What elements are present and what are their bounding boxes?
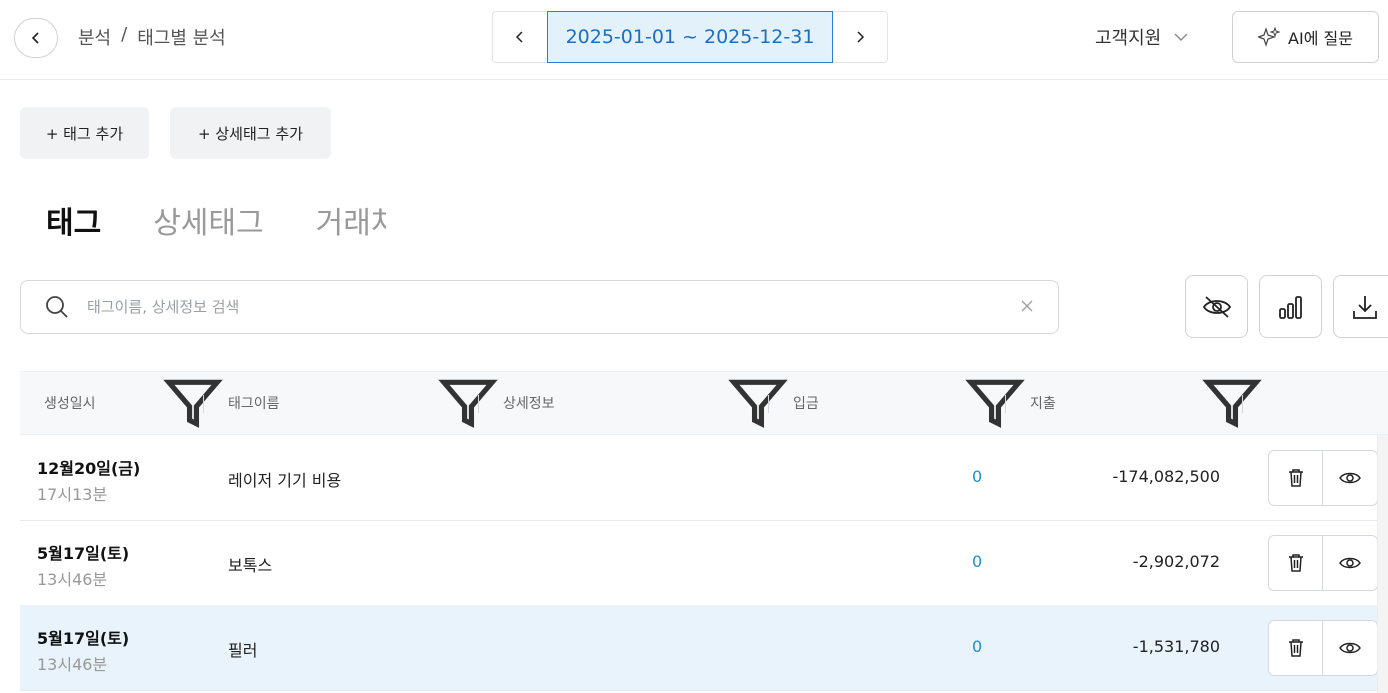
view-toggle-button[interactable] (1323, 620, 1378, 676)
tab-bar: 태그 상세태그 거래처 (46, 198, 386, 248)
created-time: 13시46분 (37, 570, 108, 589)
expense-cell: -174,082,500 (1112, 467, 1220, 486)
toggle-hidden-button[interactable] (1185, 275, 1248, 338)
date-navigator: 2025-01-01 ~ 2025-12-31 (492, 11, 888, 63)
column-label: 태그이름 (228, 396, 280, 412)
top-header: 분석 / 태그별 분석 2025-01-01 ~ 2025-12-31 고객지원… (0, 0, 1388, 80)
breadcrumb: 분석 / 태그별 분석 (78, 24, 226, 50)
column-tag-name: 태그이름 (228, 372, 280, 434)
tab-detail-tag[interactable]: 상세태그 (153, 198, 263, 248)
deposit-cell: 0 (972, 637, 983, 656)
column-label: 입금 (793, 396, 819, 412)
table-row[interactable]: 5월17일(토) 13시46분 보톡스 0 -2,902,072 (20, 520, 1378, 606)
breadcrumb-tag-analysis: 태그별 분석 (137, 28, 226, 49)
add-tag-button[interactable]: + 태그 추가 (20, 107, 149, 159)
sparkle-icon (1258, 27, 1281, 47)
trash-icon (1288, 554, 1303, 572)
trash-icon (1288, 639, 1303, 657)
clear-icon[interactable] (1020, 297, 1034, 318)
back-button[interactable] (14, 18, 58, 58)
support-label: 고객지원 (1095, 28, 1162, 49)
created-date: 12월20일(금) (37, 459, 141, 478)
table-row[interactable]: 12월20일(금) 17시13분 레이저 기기 비용 0 -174,082,50… (20, 435, 1378, 521)
customer-support-menu[interactable]: 고객지원 (1095, 24, 1189, 50)
filter-icon[interactable] (964, 372, 1026, 434)
chart-view-button[interactable] (1259, 275, 1322, 338)
breadcrumb-separator: / (121, 24, 128, 45)
trash-icon (1288, 469, 1303, 487)
tag-name-cell: 보톡스 (228, 556, 273, 575)
date-range-picker[interactable]: 2025-01-01 ~ 2025-12-31 (547, 11, 833, 63)
chevron-left-icon (31, 32, 39, 44)
breadcrumb-analysis[interactable]: 분석 (78, 24, 111, 50)
next-period-button[interactable] (833, 11, 888, 63)
column-divider (478, 395, 479, 413)
add-detail-tag-button[interactable]: + 상세태그 추가 (170, 107, 331, 159)
table-row[interactable]: 5월17일(토) 13시46분 필러 0 -1,531,780 (20, 605, 1378, 691)
ask-ai-label: AI에 질문 (1288, 29, 1353, 48)
expense-cell: -1,531,780 (1132, 637, 1220, 656)
download-button[interactable] (1333, 275, 1388, 338)
column-divider (768, 395, 769, 413)
column-divider (1005, 395, 1006, 413)
tab-tag[interactable]: 태그 (46, 198, 101, 248)
filter-icon[interactable] (1201, 372, 1263, 434)
download-icon (1352, 295, 1377, 319)
expense-cell: -2,902,072 (1132, 552, 1220, 571)
created-at-cell: 12월20일(금) 17시13분 (37, 455, 140, 505)
column-created-at: 생성일시 (44, 372, 96, 434)
created-time: 13시46분 (37, 655, 108, 674)
tab-vendor[interactable]: 거래처 (316, 198, 386, 248)
filter-icon[interactable] (162, 372, 224, 434)
filter-icon[interactable] (437, 372, 499, 434)
deposit-cell: 0 (972, 467, 983, 486)
bar-chart-icon (1278, 295, 1302, 319)
eye-icon (1339, 557, 1361, 569)
delete-button[interactable] (1268, 620, 1323, 676)
tag-name-cell: 레이저 기기 비용 (228, 471, 342, 490)
column-label: 생성일시 (44, 396, 96, 412)
eye-icon (1339, 642, 1361, 654)
search-bar (20, 280, 1059, 334)
column-label: 상세정보 (503, 396, 555, 412)
created-at-cell: 5월17일(토) 13시46분 (37, 540, 129, 590)
delete-button[interactable] (1268, 535, 1323, 591)
column-divider (203, 395, 204, 413)
filter-icon[interactable] (727, 372, 789, 434)
prev-period-button[interactable] (492, 11, 547, 63)
delete-button[interactable] (1268, 450, 1323, 506)
created-date: 5월17일(토) (37, 629, 130, 648)
created-time: 17시13분 (37, 485, 108, 504)
view-toggle-button[interactable] (1323, 535, 1378, 591)
eye-off-icon (1202, 295, 1231, 318)
ask-ai-button[interactable]: AI에 질문 (1232, 11, 1379, 63)
search-input[interactable] (87, 298, 1020, 316)
chevron-down-icon (1174, 33, 1188, 41)
chevron-left-icon (515, 31, 523, 43)
eye-icon (1339, 472, 1361, 484)
column-divider (1242, 395, 1243, 413)
deposit-cell: 0 (972, 552, 983, 571)
column-deposit: 입금 (793, 372, 819, 434)
chevron-right-icon (857, 31, 865, 43)
column-expense: 지출 (1030, 372, 1056, 434)
column-label: 지출 (1030, 396, 1056, 412)
created-at-cell: 5월17일(토) 13시46분 (37, 625, 129, 675)
tag-name-cell: 필러 (228, 641, 258, 660)
column-detail: 상세정보 (503, 372, 555, 434)
created-date: 5월17일(토) (37, 544, 130, 563)
search-icon (43, 293, 71, 321)
table-header: 생성일시 태그이름 상세정보 입금 지출 (20, 371, 1388, 435)
view-toggle-button[interactable] (1323, 450, 1378, 506)
table-scrollbar[interactable] (1377, 435, 1388, 693)
